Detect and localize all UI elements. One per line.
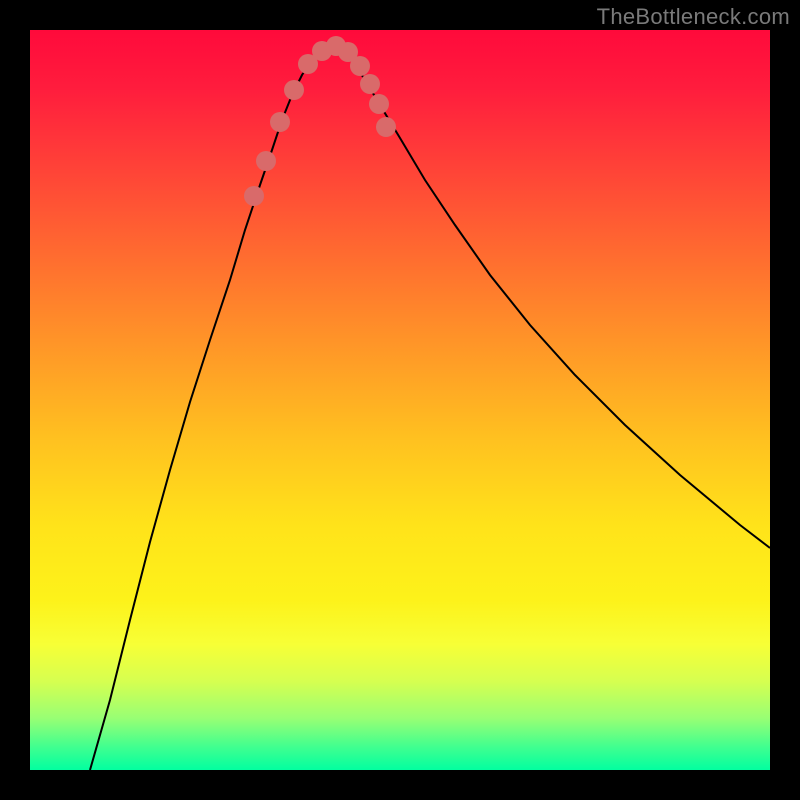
plot-area bbox=[30, 30, 770, 770]
bottleneck-curve bbox=[90, 45, 770, 770]
curve-svg bbox=[30, 30, 770, 770]
marker-dot bbox=[312, 41, 332, 61]
marker-dot bbox=[338, 42, 358, 62]
marker-dot bbox=[270, 112, 290, 132]
marker-dot bbox=[376, 117, 396, 137]
marker-dot bbox=[256, 151, 276, 171]
marker-dot bbox=[350, 56, 370, 76]
watermark-text: TheBottleneck.com bbox=[597, 4, 790, 30]
marker-dot bbox=[284, 80, 304, 100]
marker-dot bbox=[326, 36, 346, 56]
highlight-markers bbox=[244, 36, 396, 206]
chart-frame: TheBottleneck.com bbox=[0, 0, 800, 800]
marker-dot bbox=[298, 54, 318, 74]
marker-dot bbox=[244, 186, 264, 206]
marker-dot bbox=[369, 94, 389, 114]
marker-dot bbox=[360, 74, 380, 94]
